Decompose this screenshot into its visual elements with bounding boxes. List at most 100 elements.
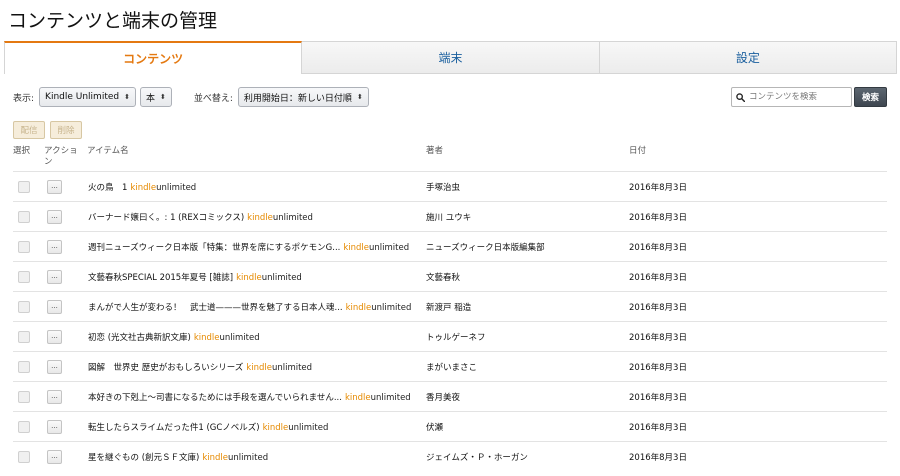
- item-author: トゥルゲーネフ: [426, 333, 486, 343]
- item-date: 2016年8月3日: [629, 393, 687, 403]
- search-button[interactable]: 検索: [854, 87, 887, 107]
- updown-caret-icon: ⬍: [160, 93, 166, 101]
- tab-bar: コンテンツ 端末 設定: [4, 41, 897, 74]
- bulk-actions: 配信 削除: [13, 121, 87, 139]
- item-author: 文藝春秋: [426, 273, 461, 283]
- kindle-unlimited-badge: kindleunlimited: [262, 423, 329, 433]
- row-checkbox[interactable]: [18, 211, 30, 223]
- item-date: 2016年8月3日: [629, 423, 687, 433]
- kindle-unlimited-badge: kindleunlimited: [193, 333, 260, 343]
- row-checkbox[interactable]: [18, 451, 30, 463]
- program-select-value: Kindle Unlimited: [45, 92, 120, 102]
- page-title: コンテンツと端末の管理: [8, 10, 218, 32]
- item-title-text: 火の鳥 1: [88, 183, 128, 193]
- search-icon: [736, 92, 745, 102]
- table-row: ... 本好きの下剋上〜司書になるためには手段を選んでいられません... kind…: [13, 381, 887, 411]
- item-date: 2016年8月3日: [629, 243, 687, 253]
- tab-content[interactable]: コンテンツ: [4, 41, 303, 74]
- row-action-button[interactable]: ...: [47, 360, 62, 374]
- item-author: ニューズウィーク日本版編集部: [426, 243, 545, 253]
- type-select[interactable]: 本 ⬍: [139, 87, 172, 107]
- row-action-button[interactable]: ...: [47, 300, 62, 314]
- row-action-button[interactable]: ...: [47, 180, 62, 194]
- row-checkbox[interactable]: [18, 391, 30, 403]
- sort-label: 並べ替え:: [193, 93, 233, 104]
- kindle-unlimited-badge: kindleunlimited: [246, 363, 313, 373]
- row-checkbox[interactable]: [18, 421, 30, 433]
- kindle-unlimited-badge: kindleunlimited: [236, 273, 302, 283]
- item-date: 2016年8月3日: [629, 333, 687, 343]
- tab-settings[interactable]: 設定: [599, 41, 897, 74]
- item-date: 2016年8月3日: [629, 363, 687, 373]
- item-author: まがいまさこ: [426, 363, 478, 373]
- item-title-text: 星を継ぐもの (創元ＳＦ文庫): [88, 453, 200, 463]
- item-author: 施川 ユウキ: [426, 213, 472, 223]
- deliver-button[interactable]: 配信: [13, 121, 45, 139]
- item-title-text: 本好きの下剋上〜司書になるためには手段を選んでいられません...: [88, 393, 342, 403]
- item-title[interactable]: 初恋 (光文社古典新訳文庫) kindleunlimited: [88, 331, 260, 343]
- row-action-button[interactable]: ...: [47, 450, 62, 464]
- item-date: 2016年8月3日: [629, 183, 687, 193]
- row-action-button[interactable]: ...: [47, 390, 62, 404]
- table-row: ... 週刊ニューズウィーク日本版「特集：世界を席にするポケモンG... kind…: [13, 231, 887, 261]
- table-row: ... 初恋 (光文社古典新訳文庫) kindleunlimited トゥルゲーネ…: [13, 321, 887, 351]
- table-row: ... バーナード嬢曰く。: 1 (REXコミックス) kindleunlimit…: [13, 201, 887, 231]
- kindle-unlimited-badge: kindleunlimited: [130, 183, 197, 193]
- item-title-text: バーナード嬢曰く。: 1 (REXコミックス): [88, 213, 245, 223]
- row-checkbox[interactable]: [18, 271, 30, 283]
- row-action-button[interactable]: ...: [47, 210, 62, 224]
- row-checkbox[interactable]: [18, 361, 30, 373]
- header-date: 日付: [629, 146, 647, 156]
- updown-caret-icon: ⬍: [124, 93, 130, 101]
- kindle-unlimited-badge: kindleunlimited: [247, 213, 313, 223]
- item-title[interactable]: 図解 世界史 歴史がおもしろいシリーズ kindleunlimited: [88, 361, 312, 373]
- table-row: ... 文藝春秋SPECIAL 2015年夏号 [雑誌] kindleunlimi…: [13, 261, 887, 291]
- kindle-unlimited-badge: kindleunlimited: [343, 243, 410, 253]
- row-checkbox[interactable]: [18, 241, 30, 253]
- delete-button[interactable]: 削除: [50, 121, 82, 139]
- item-date: 2016年8月3日: [629, 303, 687, 313]
- updown-caret-icon: ⬍: [356, 93, 363, 101]
- display-label: 表示:: [13, 93, 35, 104]
- item-author: 伏瀬: [426, 423, 444, 433]
- item-title[interactable]: 転生したらスライムだった件1 (GCノベルズ) kindleunlimited: [88, 421, 328, 433]
- row-action-button[interactable]: ...: [47, 330, 62, 344]
- item-title[interactable]: 星を継ぐもの (創元ＳＦ文庫) kindleunlimited: [88, 451, 268, 463]
- header-item-name: アイテム名: [87, 146, 129, 156]
- item-title[interactable]: まんがで人生が変わる！ 武士道———世界を魅了する日本人魂... kindleun…: [88, 301, 411, 313]
- row-checkbox[interactable]: [18, 301, 30, 313]
- item-title-text: 図解 世界史 歴史がおもしろいシリーズ: [88, 363, 244, 373]
- row-action-button[interactable]: ...: [47, 240, 62, 254]
- item-author: 手塚治虫: [426, 183, 461, 193]
- search-box: [731, 87, 852, 107]
- search-input[interactable]: [749, 92, 849, 102]
- row-checkbox[interactable]: [18, 181, 30, 193]
- sort-select-value: 利用開始日：新しい日付順: [243, 93, 352, 104]
- item-title[interactable]: 火の鳥 1 kindleunlimited: [88, 181, 196, 193]
- item-date: 2016年8月3日: [629, 453, 687, 463]
- table-row: ... 星を継ぐもの (創元ＳＦ文庫) kindleunlimited ジェイムズ…: [13, 441, 887, 471]
- type-select-value: 本: [145, 93, 155, 104]
- item-author: ジェイムズ・Ｐ・ホーガン: [426, 453, 528, 463]
- row-action-button[interactable]: ...: [47, 420, 62, 434]
- table-row: ... 図解 世界史 歴史がおもしろいシリーズ kindleunlimited ま…: [13, 351, 887, 381]
- header-author: 著者: [426, 146, 444, 156]
- program-select[interactable]: Kindle Unlimited ⬍: [39, 87, 136, 107]
- item-title-text: 週刊ニューズウィーク日本版「特集：世界を席にするポケモンG...: [88, 243, 341, 253]
- item-title[interactable]: 週刊ニューズウィーク日本版「特集：世界を席にするポケモンG... kindleun…: [88, 241, 409, 253]
- item-author: 香月美夜: [426, 393, 461, 403]
- item-title[interactable]: 文藝春秋SPECIAL 2015年夏号 [雑誌] kindleunlimited: [88, 271, 302, 283]
- item-title-text: 初恋 (光文社古典新訳文庫): [88, 333, 191, 343]
- table-row: ... 火の鳥 1 kindleunlimited 手塚治虫 2016年8月3日: [13, 171, 887, 201]
- header-select: 選択: [13, 146, 31, 156]
- item-title[interactable]: 本好きの下剋上〜司書になるためには手段を選んでいられません... kindleun…: [88, 391, 411, 403]
- item-title-text: まんがで人生が変わる！ 武士道———世界を魅了する日本人魂...: [88, 303, 343, 313]
- item-title[interactable]: バーナード嬢曰く。: 1 (REXコミックス) kindleunlimited: [88, 211, 313, 223]
- tab-devices[interactable]: 端末: [302, 41, 600, 74]
- item-date: 2016年8月3日: [629, 213, 687, 223]
- kindle-unlimited-badge: kindleunlimited: [202, 453, 269, 463]
- sort-select[interactable]: 利用開始日：新しい日付順 ⬍: [237, 87, 369, 107]
- header-action: アクション: [44, 146, 78, 167]
- row-action-button[interactable]: ...: [47, 270, 62, 284]
- row-checkbox[interactable]: [18, 331, 30, 343]
